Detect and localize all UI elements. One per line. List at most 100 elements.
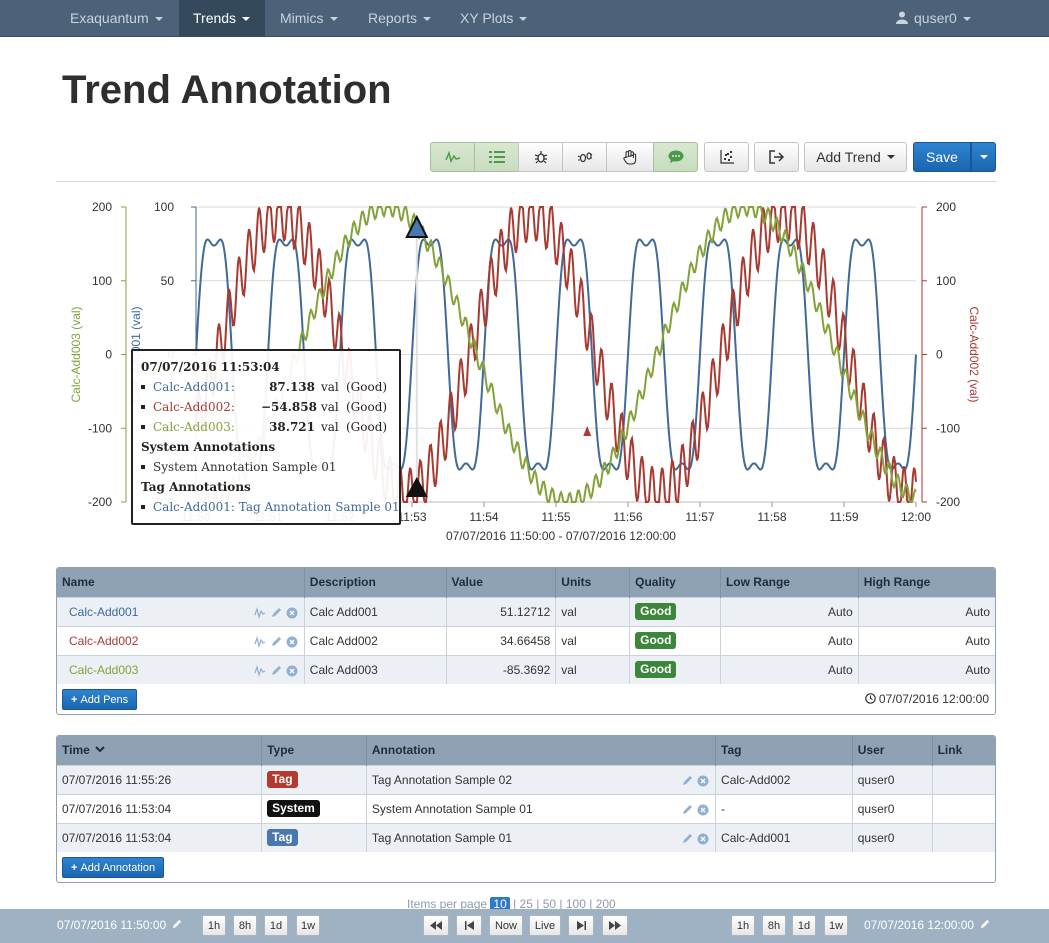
tooltip-system-heading: System Annotations: [141, 440, 276, 454]
nav-trends[interactable]: Trends: [179, 0, 265, 37]
end-range-1d[interactable]: 1d: [792, 915, 816, 936]
table-row[interactable]: 07/07/2016 11:53:04 System System Annota…: [57, 793, 995, 823]
pens-col-high-range[interactable]: High Range: [858, 568, 995, 597]
pens-col-quality[interactable]: Quality: [629, 568, 721, 597]
last-button[interactable]: [602, 915, 628, 936]
x-tick-label: 11:53: [397, 510, 426, 524]
pens-col-description[interactable]: Description: [304, 568, 447, 597]
pencil-icon[interactable]: [681, 775, 693, 787]
annotation-type-cell: System: [261, 793, 367, 823]
annotations-col-annotation[interactable]: Annotation: [366, 736, 717, 765]
toggle-trend-button[interactable]: [430, 142, 475, 172]
export-button[interactable]: [754, 142, 799, 172]
first-button[interactable]: [423, 915, 449, 936]
table-row[interactable]: 07/07/2016 11:53:04 Tag Tag Annotation S…: [57, 822, 995, 852]
pens-col-units[interactable]: Units: [555, 568, 631, 597]
pencil-icon[interactable]: [681, 833, 693, 845]
table-row[interactable]: Calc-Add003 Calc Add003 -85.3692 val Goo…: [57, 654, 995, 684]
x-tick-label: 11:58: [757, 510, 786, 524]
annotations-col-user[interactable]: User: [852, 736, 933, 765]
end-range-1w[interactable]: 1w: [824, 915, 848, 936]
close-icon[interactable]: [697, 833, 709, 845]
table-row[interactable]: Calc-Add001 Calc Add001 51.12712 val Goo…: [57, 596, 995, 626]
table-row[interactable]: 07/07/2016 11:55:26 Tag Tag Annotation S…: [57, 764, 995, 794]
pen-name[interactable]: Calc-Add002: [69, 634, 138, 648]
chevron-down-icon: [95, 746, 105, 753]
end-range-1h[interactable]: 1h: [731, 915, 755, 936]
nav-exaquantum[interactable]: Exaquantum: [56, 0, 177, 37]
pens-col-name[interactable]: Name: [57, 568, 305, 597]
pen-name[interactable]: Calc-Add003: [69, 663, 138, 677]
toggle-list-button[interactable]: [474, 142, 519, 172]
bug-button[interactable]: [518, 142, 563, 172]
annotation-link[interactable]: [932, 764, 995, 794]
table-row[interactable]: Calc-Add002 Calc Add002 34.66458 val Goo…: [57, 625, 995, 655]
pencil-icon[interactable]: [171, 919, 182, 930]
annotations-col-link[interactable]: Link: [932, 736, 995, 765]
prev-button[interactable]: [456, 915, 482, 936]
pen-quality-cell: Good: [629, 625, 721, 655]
pencil-icon[interactable]: [681, 804, 693, 816]
add-annotation-button[interactable]: + Add Annotation: [62, 857, 165, 878]
trend-line-icon[interactable]: [254, 636, 266, 649]
annotations-col-type[interactable]: Type: [261, 736, 367, 765]
pens-table: Name Description Value Units Quality Low…: [57, 568, 995, 684]
pen-description: Calc Add002: [304, 625, 447, 655]
pen-low-range: Auto: [720, 654, 859, 684]
end-range-8h[interactable]: 8h: [762, 915, 786, 936]
pencil-icon[interactable]: [979, 919, 990, 930]
annotation-link[interactable]: [932, 822, 995, 852]
save-options-button[interactable]: [971, 142, 996, 172]
close-icon[interactable]: [286, 636, 298, 648]
y-axis-title: Calc-Add003 (val): [69, 306, 83, 402]
nav-mimics[interactable]: Mimics: [266, 0, 352, 37]
annotations-col-tag[interactable]: Tag: [715, 736, 853, 765]
now-button[interactable]: Now: [489, 915, 523, 936]
close-icon[interactable]: [697, 804, 709, 816]
start-range-1w[interactable]: 1w: [296, 915, 320, 936]
nav-xy-plots[interactable]: XY Plots: [446, 0, 541, 37]
add-pens-button[interactable]: + Add Pens: [62, 689, 138, 710]
annotation-text-cell: Tag Annotation Sample 01: [366, 822, 717, 852]
pen-name[interactable]: Calc-Add001: [69, 605, 138, 619]
pencil-icon[interactable]: [270, 636, 282, 648]
start-time[interactable]: 07/07/2016 11:50:00: [57, 918, 182, 932]
hand-icon: [623, 149, 637, 165]
live-button[interactable]: Live: [529, 915, 561, 936]
bugs-button[interactable]: [562, 142, 607, 172]
annotations-col-time[interactable]: Time: [57, 736, 263, 765]
pens-col-value[interactable]: Value: [446, 568, 557, 597]
next-button[interactable]: [568, 915, 594, 936]
start-range-1d[interactable]: 1d: [264, 915, 288, 936]
pencil-icon[interactable]: [270, 665, 282, 677]
pen-high-range: Auto: [858, 596, 995, 626]
trend-line-icon[interactable]: [254, 607, 266, 620]
y-tick-label: 0: [936, 348, 943, 362]
nav-reports[interactable]: Reports: [354, 0, 445, 37]
end-time[interactable]: 07/07/2016 12:00:00: [864, 918, 990, 932]
scatter-button[interactable]: [704, 142, 749, 172]
user-menu[interactable]: quser0: [882, 0, 985, 37]
close-icon[interactable]: [286, 665, 298, 677]
trend-line-icon[interactable]: [254, 665, 266, 678]
tooltip-tag-item: Calc-Add001: Tag Annotation Sample 01: [153, 500, 400, 514]
start-range-1h[interactable]: 1h: [202, 915, 226, 936]
start-range-8h[interactable]: 8h: [233, 915, 257, 936]
close-icon[interactable]: [286, 607, 298, 619]
pens-col-low-range[interactable]: Low Range: [720, 568, 859, 597]
toggle-annotations-button[interactable]: [653, 142, 698, 172]
pan-button[interactable]: [606, 142, 654, 172]
pencil-icon[interactable]: [270, 607, 282, 619]
save-button[interactable]: Save: [913, 142, 971, 172]
tooltip-tag-heading: Tag Annotations: [141, 480, 251, 494]
pen-value: -85.3692: [446, 654, 557, 684]
step-back-icon: [464, 921, 474, 930]
y-tick-label: -100: [936, 421, 960, 435]
tag-annotation-marker-02[interactable]: [583, 426, 592, 436]
top-navbar: Exaquantum Trends Mimics Reports XY Plot…: [0, 0, 1049, 37]
close-icon[interactable]: [697, 775, 709, 787]
add-trend-button[interactable]: Add Trend: [804, 142, 907, 172]
annotation-tag: Calc-Add002: [715, 764, 853, 794]
annotation-link[interactable]: [932, 793, 995, 823]
annotation-user: quser0: [852, 793, 933, 823]
